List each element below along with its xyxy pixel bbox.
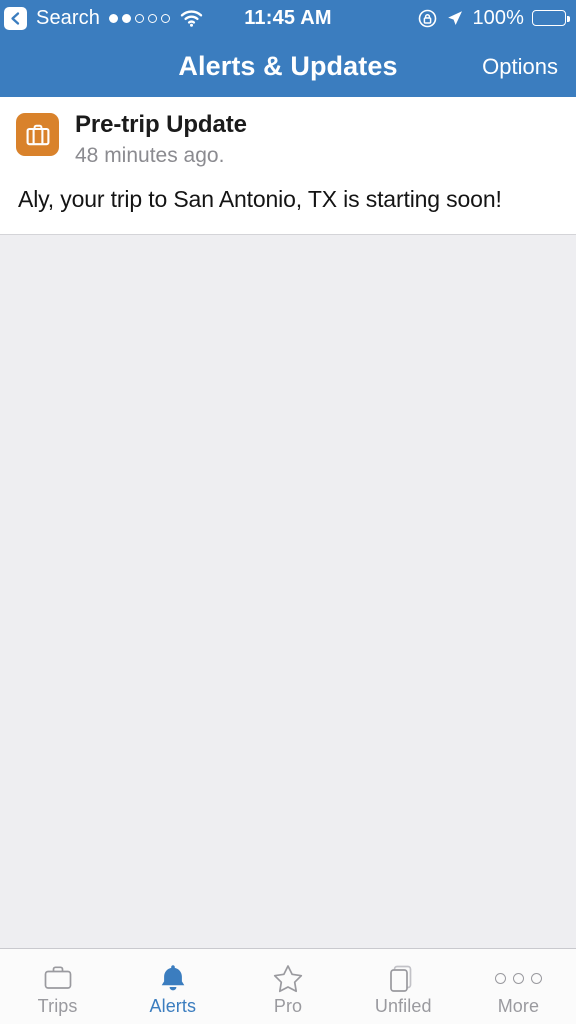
alert-header: Pre-trip Update 48 minutes ago. (16, 111, 558, 168)
bell-filled-icon (156, 961, 190, 995)
star-outline-icon (271, 961, 305, 995)
tab-alerts[interactable]: Alerts (115, 949, 230, 1024)
location-arrow-icon (448, 10, 463, 25)
alert-message: Aly, your trip to San Antonio, TX is sta… (18, 186, 502, 213)
tab-label-alerts: Alerts (149, 996, 197, 1016)
alerts-list[interactable]: Pre-trip Update 48 minutes ago. Aly, you… (0, 97, 576, 948)
status-bar-right: 100% (418, 6, 570, 30)
tab-bar: Trips Alerts Pro Unfiled More (0, 948, 576, 1024)
alert-title: Pre-trip Update (75, 111, 247, 138)
back-to-search-button[interactable] (4, 6, 27, 30)
wifi-icon (180, 9, 203, 27)
status-bar: Search 11:45 AM 100% (0, 0, 576, 36)
tab-label-trips: Trips (37, 996, 78, 1016)
alert-icon-badge (16, 113, 59, 156)
tab-label-unfiled: Unfiled (374, 996, 432, 1016)
navigation-bar: Alerts & Updates Options (0, 36, 576, 97)
briefcase-icon (26, 124, 49, 145)
tab-trips[interactable]: Trips (0, 949, 115, 1024)
tab-more[interactable]: More (461, 949, 576, 1024)
stacked-pages-icon (386, 961, 420, 995)
options-button[interactable]: Options (482, 54, 558, 80)
tab-pro[interactable]: Pro (230, 949, 345, 1024)
tab-unfiled[interactable]: Unfiled (346, 949, 461, 1024)
alert-timestamp: 48 minutes ago. (75, 143, 225, 167)
status-bar-clock: 11:45 AM (244, 6, 332, 29)
signal-strength-icon (108, 13, 170, 23)
page-title: Alerts & Updates (178, 51, 398, 81)
briefcase-outline-icon (41, 961, 75, 995)
carrier-label: Search (36, 6, 100, 29)
ellipsis-icon (494, 961, 542, 995)
alert-meta: Pre-trip Update 48 minutes ago. (75, 111, 247, 168)
status-bar-left: Search (4, 6, 203, 30)
battery-icon (532, 10, 570, 26)
chevron-left-icon (11, 11, 20, 25)
tab-label-more: More (497, 996, 540, 1016)
alert-item[interactable]: Pre-trip Update 48 minutes ago. Aly, you… (0, 97, 576, 235)
tab-label-pro: Pro (273, 996, 303, 1016)
rotation-lock-icon (419, 9, 437, 27)
battery-percentage: 100% (472, 6, 524, 29)
app-root: Search 11:45 AM 100% Alerts & Updates Op… (0, 0, 576, 1024)
